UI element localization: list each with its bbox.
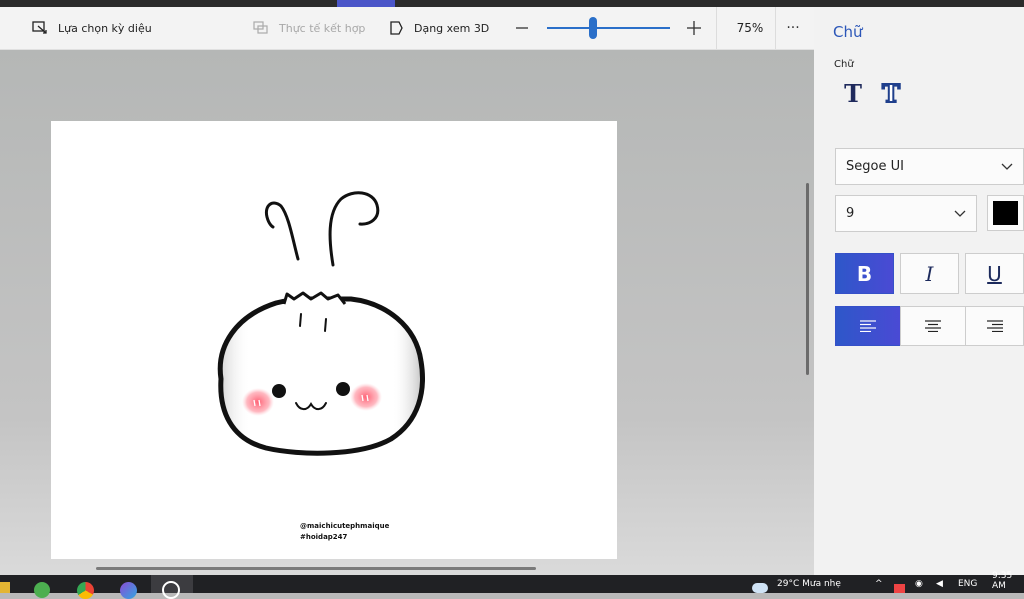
font-family-dropdown[interactable]: Segoe UI (835, 148, 1024, 185)
chrome-icon[interactable] (77, 582, 94, 599)
chevron-down-icon (954, 210, 966, 217)
vertical-scrollbar[interactable] (806, 183, 809, 375)
text-color-picker[interactable] (987, 195, 1024, 231)
font-size-value: 9 (846, 206, 855, 221)
app-icon[interactable] (34, 582, 50, 598)
magic-select-icon (32, 21, 47, 34)
align-center-button[interactable] (900, 306, 966, 346)
color-swatch (993, 201, 1018, 225)
font-size-dropdown[interactable]: 9 (835, 195, 977, 232)
plus-icon (687, 21, 701, 35)
plain-text-icon[interactable]: T (840, 81, 866, 107)
zoom-level[interactable]: 75% (726, 7, 774, 49)
view-toolbar: Lựa chọn kỳ diệu Thực tế kết hợp Dạng xe… (0, 7, 814, 50)
text-panel: Chữ Chữ T T Segoe UI 9 B I U (814, 7, 1024, 575)
watermark-line: #hoidap247 (300, 533, 348, 541)
align-left-button[interactable] (835, 306, 901, 346)
magic-select-label: Lựa chọn kỳ diệu (58, 21, 152, 35)
3d-view-button[interactable]: Dạng xem 3D (389, 7, 489, 49)
3d-view-label: Dạng xem 3D (414, 21, 490, 35)
volume-icon[interactable]: ◀ (936, 575, 943, 593)
bold-button[interactable]: B (835, 253, 894, 294)
mixed-reality-label: Thực tế kết hợp (279, 21, 366, 35)
toolbar-divider (716, 7, 717, 49)
italic-button[interactable]: I (900, 253, 959, 294)
language-indicator[interactable]: ENG (958, 575, 977, 593)
title-bar-strip (0, 0, 1024, 7)
zoom-in-button[interactable] (687, 7, 711, 49)
browser-icon[interactable] (120, 582, 137, 599)
watermark-text: @maichicutephmaique #hoidap247 (300, 521, 389, 543)
bun-character-drawing (217, 191, 425, 456)
network-icon[interactable]: ◉ (915, 575, 923, 593)
align-left-icon (860, 320, 876, 332)
chevron-up-icon[interactable]: ^ (875, 575, 883, 593)
watermark-line: @maichicutephmaique (300, 522, 390, 530)
font-family-value: Segoe UI (846, 159, 904, 174)
minus-icon (516, 27, 528, 29)
mixed-reality-button[interactable]: Thực tế kết hợp (253, 7, 365, 49)
zoom-slider-thumb[interactable] (589, 17, 597, 39)
3d-text-icon[interactable]: T (878, 80, 904, 108)
horizontal-scrollbar[interactable] (96, 567, 536, 570)
clock[interactable]: 9:35 AM (992, 571, 1024, 591)
panel-subtitle: Chữ (834, 59, 854, 70)
tray-app-icon[interactable] (894, 584, 905, 593)
mixed-reality-icon (253, 21, 268, 34)
more-options-button[interactable]: ··· (778, 7, 808, 49)
zoom-out-button[interactable] (516, 7, 538, 49)
paint3d-icon (162, 581, 180, 599)
active-tab-indicator (337, 0, 395, 7)
panel-title: Chữ (833, 23, 863, 41)
align-center-icon (925, 320, 941, 332)
drawing-canvas[interactable] (51, 121, 617, 559)
magic-select-button[interactable]: Lựa chọn kỳ diệu (32, 7, 152, 49)
3d-view-icon (390, 21, 403, 35)
chevron-down-icon (1001, 163, 1013, 170)
toolbar-divider (775, 7, 776, 49)
file-explorer-icon[interactable] (0, 582, 10, 593)
weather-text[interactable]: 29°C Mưa nhẹ (777, 575, 841, 593)
align-right-button[interactable] (965, 306, 1024, 346)
align-right-icon (986, 320, 1003, 332)
underline-button[interactable]: U (965, 253, 1024, 294)
zoom-slider-track[interactable] (547, 27, 670, 29)
paint3d-taskbar-button[interactable] (151, 575, 193, 599)
weather-icon (752, 583, 768, 593)
